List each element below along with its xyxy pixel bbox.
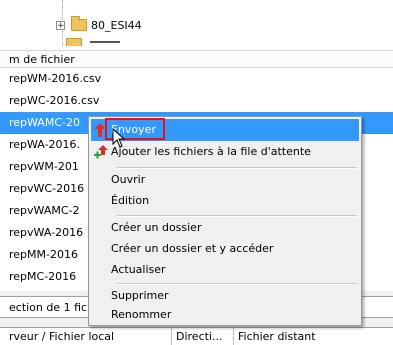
queue-col-direction[interactable]: Directi... (172, 328, 234, 345)
menu-item-refresh[interactable]: Actualiser (91, 259, 359, 281)
mouse-cursor-icon (112, 128, 126, 148)
menu-item-label: Ouvrir (111, 173, 146, 186)
file-name: repvWA-2016 (9, 226, 84, 239)
tree-cut-label (90, 41, 120, 43)
menu-item-label: Créer un dossier (111, 221, 202, 234)
filename-column-header[interactable]: m de fichier (0, 50, 393, 68)
file-name: repvWC-2016 (9, 182, 85, 195)
menu-item-edition[interactable]: Édition (91, 190, 359, 212)
queue-col-local-file[interactable]: rveur / Fichier local (0, 328, 172, 345)
expand-icon[interactable]: + (56, 20, 65, 30)
file-name: repWM-2016.csv (9, 72, 102, 85)
file-name: repWAMC-20 (9, 116, 80, 129)
tree-cut-row: ‾‾‾‾‾‾‾‾‾‾‾‾‾‾‾‾‾‾‾‾‾ (60, 0, 144, 4)
file-name: repWA-2016. (9, 138, 81, 151)
local-directory-tree: ‾‾‾‾‾‾‾‾‾‾‾‾‾‾‾‾‾‾‾‾‾ + 80_ESI44 (0, 0, 393, 46)
queue-header: rveur / Fichier local Directi... Fichier… (0, 327, 393, 345)
file-name: repMC-2016 (9, 270, 77, 283)
context-menu: Envoyer Ajouter les fichiers à la file d… (88, 116, 362, 326)
menu-item-ouvrir[interactable]: Ouvrir (91, 169, 359, 191)
add-to-queue-icon (94, 145, 108, 159)
folder-icon (71, 16, 87, 31)
tree-item-80-esi44[interactable]: + 80_ESI44 (56, 16, 142, 34)
menu-item-label: Actualiser (111, 263, 166, 276)
menu-item-label: Ajouter les fichiers à la file d'attente (111, 145, 311, 158)
file-name: repWC-2016.csv (9, 94, 100, 107)
file-name: repMM-2016 (9, 248, 78, 261)
status-label: ection de 1 fic (9, 301, 88, 314)
file-row[interactable]: repWM-2016.csv (0, 68, 393, 90)
menu-item-create-folder[interactable]: Créer un dossier (91, 217, 359, 239)
menu-item-label: Édition (111, 194, 150, 207)
menu-item-label: Renommer (111, 308, 172, 321)
folder-icon (66, 38, 82, 46)
file-row[interactable]: repWC-2016.csv (0, 90, 393, 112)
menu-item-add-to-queue[interactable]: Ajouter les fichiers à la file d'attente (91, 141, 359, 163)
column-header-label: m de fichier (9, 53, 75, 66)
tree-item-label: 80_ESI44 (91, 18, 142, 32)
queue-col-remote-file[interactable]: Fichier distant (234, 328, 393, 345)
file-name: repvWM-201 (9, 160, 79, 173)
menu-item-rename[interactable]: Renommer (91, 304, 359, 326)
file-name: repvWAMC-2 (9, 204, 80, 217)
menu-item-label: Créer un dossier et y accéder (111, 242, 274, 255)
menu-item-create-folder-and-enter[interactable]: Créer un dossier et y accéder (91, 238, 359, 260)
